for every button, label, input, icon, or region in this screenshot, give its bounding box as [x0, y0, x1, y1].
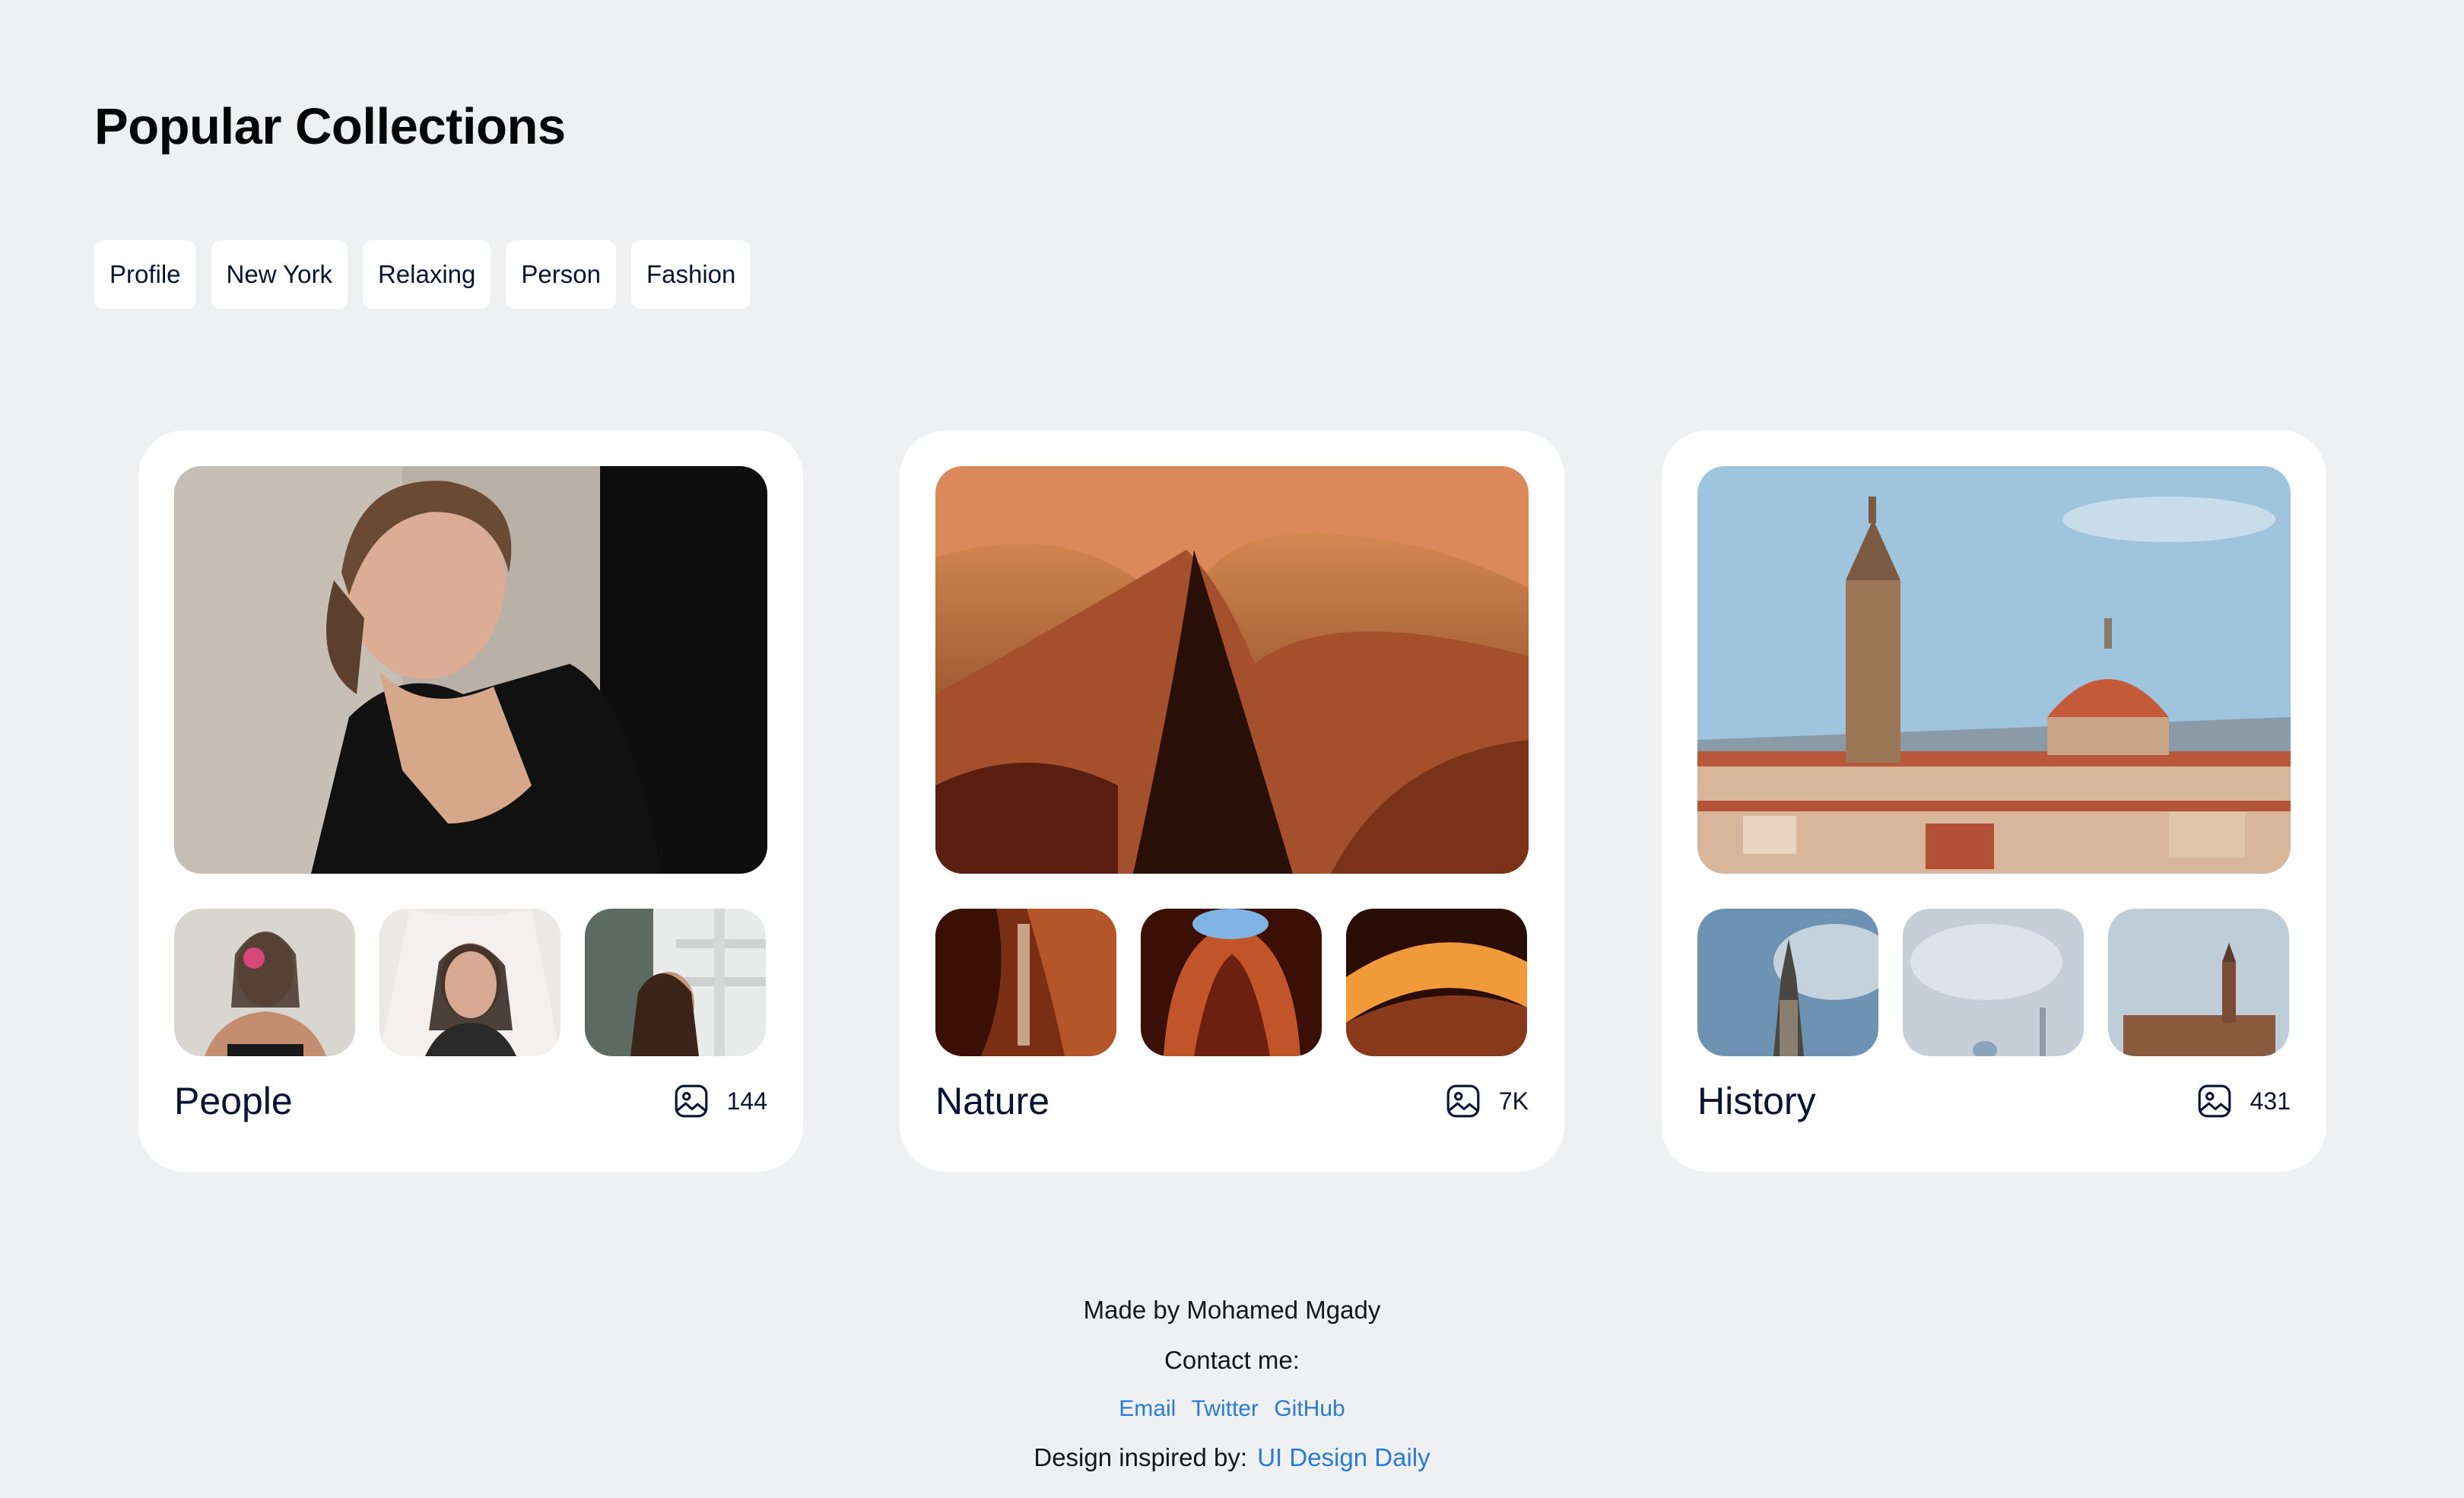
nature-thumb-3[interactable] [1346, 909, 1527, 1056]
nature-main-photo[interactable] [935, 466, 1529, 874]
image-icon [1446, 1084, 1480, 1118]
ui-design-daily-link[interactable]: UI Design Daily [1257, 1443, 1430, 1471]
nature-thumb-1[interactable] [935, 909, 1116, 1056]
image-icon [675, 1084, 707, 1118]
tag-relaxing[interactable]: Relaxing [362, 240, 491, 309]
github-link[interactable]: GitHub [1274, 1396, 1345, 1421]
nature-thumb-2[interactable] [1141, 909, 1322, 1056]
history-thumb-1[interactable] [1697, 909, 1878, 1056]
email-link[interactable]: Email [1119, 1396, 1176, 1421]
contact-links: Email Twitter GitHub [0, 1385, 2464, 1433]
history-thumb-3[interactable] [2108, 909, 2289, 1056]
design-inspired: Design inspired by: UI Design Daily [0, 1433, 2464, 1483]
history-main-photo[interactable] [1697, 466, 2291, 874]
page-title: Popular Collections [94, 98, 566, 155]
people-main-photo[interactable] [174, 466, 767, 874]
photo-count: 7K [1498, 1087, 1529, 1115]
tag-profile[interactable]: Profile [94, 240, 196, 309]
collection-title: People [174, 1080, 293, 1122]
collection-card-nature[interactable]: Nature 7K [900, 430, 1564, 1172]
people-thumb-2[interactable] [379, 909, 560, 1056]
photo-count: 431 [2250, 1087, 2291, 1115]
contact-label: Contact me: [1164, 1346, 1300, 1374]
image-icon [2198, 1084, 2231, 1118]
page-footer: Made by Mohamed Mgady Contact me: Email … [0, 1285, 2464, 1483]
people-thumb-1[interactable] [174, 909, 355, 1056]
made-by-text: Made by Mohamed Mgady [1083, 1296, 1381, 1324]
tag-new-york[interactable]: New York [211, 240, 348, 309]
photo-count: 144 [726, 1087, 767, 1115]
collection-title: History [1697, 1080, 1816, 1122]
collection-title: Nature [935, 1080, 1050, 1122]
tag-list: Profile New York Relaxing Person Fashion [94, 240, 751, 309]
twitter-link[interactable]: Twitter [1192, 1396, 1259, 1421]
tag-fashion[interactable]: Fashion [630, 240, 751, 309]
collection-card-people[interactable]: People 144 [138, 430, 803, 1172]
tag-person[interactable]: Person [506, 240, 616, 309]
inspired-label: Design inspired by: [1034, 1443, 1248, 1471]
people-thumb-3[interactable] [585, 909, 766, 1056]
history-thumb-2[interactable] [1903, 909, 2084, 1056]
collection-card-history[interactable]: History 431 [1662, 430, 2326, 1172]
